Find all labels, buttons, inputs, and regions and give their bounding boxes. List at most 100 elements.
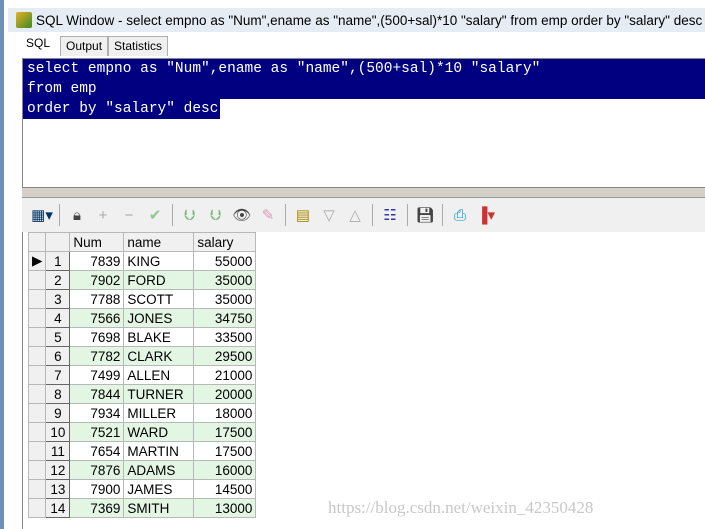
cell-name[interactable]: JAMES: [123, 479, 195, 499]
cell-salary[interactable]: 33500: [193, 327, 257, 347]
cell-name[interactable]: MILLER: [123, 403, 195, 423]
cell-name[interactable]: CLARK: [123, 346, 195, 366]
clear-icon[interactable]: ✎: [256, 203, 280, 227]
column-header-salary[interactable]: salary: [193, 232, 257, 252]
table-row[interactable]: 13 7900 JAMES 14500: [27, 479, 257, 499]
row-number[interactable]: 12: [45, 460, 71, 480]
table-row[interactable]: 9 7934 MILLER 18000: [27, 403, 257, 423]
cell-num[interactable]: 7521: [69, 422, 125, 442]
row-indicator[interactable]: [27, 308, 47, 328]
cell-num[interactable]: 7902: [69, 270, 125, 290]
table-row[interactable]: 4 7566 JONES 34750: [27, 308, 257, 328]
cell-salary[interactable]: 20000: [193, 384, 257, 404]
cell-name[interactable]: SMITH: [123, 498, 195, 518]
print-icon[interactable]: ⎙: [448, 203, 472, 227]
cell-salary[interactable]: 55000: [193, 251, 257, 271]
cell-num[interactable]: 7900: [69, 479, 125, 499]
post-icon[interactable]: ✔: [143, 203, 167, 227]
cell-salary[interactable]: 18000: [193, 403, 257, 423]
row-number[interactable]: 1: [45, 251, 71, 271]
row-indicator[interactable]: [27, 460, 47, 480]
fetch-all-icon[interactable]: ⮋: [204, 203, 228, 227]
row-number[interactable]: 5: [45, 327, 71, 347]
cell-num[interactable]: 7934: [69, 403, 125, 423]
row-indicator[interactable]: ▶: [27, 251, 47, 271]
cell-num[interactable]: 7782: [69, 346, 125, 366]
delete-row-icon[interactable]: −: [117, 203, 141, 227]
column-header-name[interactable]: name: [123, 232, 195, 252]
row-number[interactable]: 10: [45, 422, 71, 442]
grid-view-icon[interactable]: ▦▾: [30, 203, 54, 227]
row-indicator[interactable]: [27, 384, 47, 404]
cell-salary[interactable]: 35000: [193, 289, 257, 309]
row-number[interactable]: 8: [45, 384, 71, 404]
cell-name[interactable]: ALLEN: [123, 365, 195, 385]
row-indicator[interactable]: [27, 327, 47, 347]
column-header-num[interactable]: Num: [69, 232, 125, 252]
cell-name[interactable]: BLAKE: [123, 327, 195, 347]
fetch-next-icon[interactable]: ⮋: [178, 203, 202, 227]
cell-name[interactable]: KING: [123, 251, 195, 271]
cell-num[interactable]: 7369: [69, 498, 125, 518]
row-indicator[interactable]: [27, 422, 47, 442]
row-indicator[interactable]: [27, 289, 47, 309]
row-number[interactable]: 14: [45, 498, 71, 518]
cell-num[interactable]: 7876: [69, 460, 125, 480]
cell-num[interactable]: 7839: [69, 251, 125, 271]
cell-num[interactable]: 7788: [69, 289, 125, 309]
save-icon[interactable]: 💾︎: [413, 203, 437, 227]
lock-icon[interactable]: 🔒︎: [65, 203, 89, 227]
cell-salary[interactable]: 21000: [193, 365, 257, 385]
cell-name[interactable]: SCOTT: [123, 289, 195, 309]
table-row[interactable]: 2 7902 FORD 35000: [27, 270, 257, 290]
row-number[interactable]: 7: [45, 365, 71, 385]
cell-num[interactable]: 7844: [69, 384, 125, 404]
cell-salary[interactable]: 17500: [193, 422, 257, 442]
row-number[interactable]: 9: [45, 403, 71, 423]
cell-name[interactable]: WARD: [123, 422, 195, 442]
table-row[interactable]: 5 7698 BLAKE 33500: [27, 327, 257, 347]
previous-icon[interactable]: △: [343, 203, 367, 227]
cell-num[interactable]: 7698: [69, 327, 125, 347]
row-number[interactable]: 3: [45, 289, 71, 309]
table-row[interactable]: 12 7876 ADAMS 16000: [27, 460, 257, 480]
tab-output[interactable]: Output: [60, 36, 109, 56]
cell-num[interactable]: 7566: [69, 308, 125, 328]
cell-name[interactable]: FORD: [123, 270, 195, 290]
cell-name[interactable]: MARTIN: [123, 441, 195, 461]
row-number[interactable]: 11: [45, 441, 71, 461]
add-row-icon[interactable]: +: [91, 203, 115, 227]
table-row[interactable]: 8 7844 TURNER 20000: [27, 384, 257, 404]
cell-name[interactable]: JONES: [123, 308, 195, 328]
splitter[interactable]: [22, 188, 705, 198]
explain-plan-icon[interactable]: ☷: [378, 203, 402, 227]
tab-sql[interactable]: SQL: [18, 34, 61, 56]
cell-num[interactable]: 7499: [69, 365, 125, 385]
table-row[interactable]: 7 7499 ALLEN 21000: [27, 365, 257, 385]
next-icon[interactable]: ▽: [317, 203, 341, 227]
cell-salary[interactable]: 16000: [193, 460, 257, 480]
chart-icon[interactable]: ▐▾: [474, 203, 498, 227]
table-row[interactable]: 14 7369 SMITH 13000: [27, 498, 257, 518]
row-number[interactable]: 4: [45, 308, 71, 328]
cell-salary[interactable]: 35000: [193, 270, 257, 290]
row-indicator[interactable]: [27, 441, 47, 461]
query-by-example-icon[interactable]: ▤: [291, 203, 315, 227]
row-number[interactable]: 6: [45, 346, 71, 366]
row-number[interactable]: 13: [45, 479, 71, 499]
cell-salary[interactable]: 29500: [193, 346, 257, 366]
find-icon[interactable]: 👁︎: [230, 203, 254, 227]
table-row[interactable]: 6 7782 CLARK 29500: [27, 346, 257, 366]
tab-statistics[interactable]: Statistics: [108, 36, 169, 56]
table-row[interactable]: 11 7654 MARTIN 17500: [27, 441, 257, 461]
cell-salary[interactable]: 13000: [193, 498, 257, 518]
row-indicator[interactable]: [27, 270, 47, 290]
cell-salary[interactable]: 14500: [193, 479, 257, 499]
table-row[interactable]: 3 7788 SCOTT 35000: [27, 289, 257, 309]
row-indicator[interactable]: [27, 479, 47, 499]
table-row[interactable]: ▶ 1 7839 KING 55000: [27, 251, 257, 271]
row-indicator[interactable]: [27, 346, 47, 366]
cell-name[interactable]: TURNER: [123, 384, 195, 404]
row-number[interactable]: 2: [45, 270, 71, 290]
row-indicator[interactable]: [27, 403, 47, 423]
